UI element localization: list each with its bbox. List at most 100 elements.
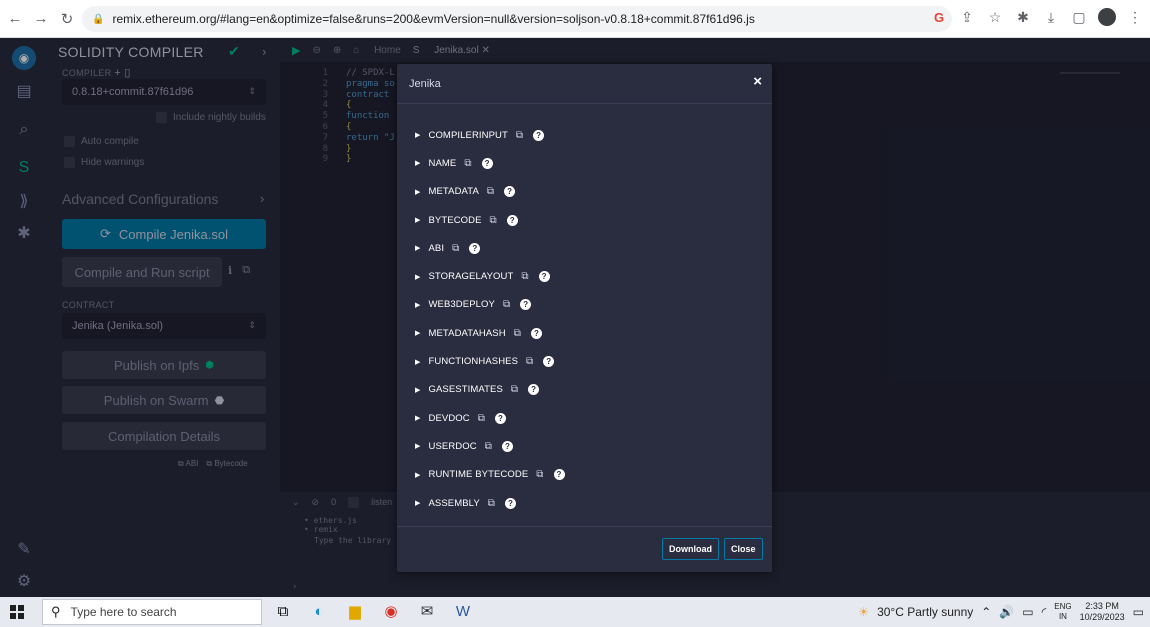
details-row[interactable]: ▶ METADATA ⧉? — [415, 178, 755, 206]
caret-right-icon[interactable]: ▶ — [415, 358, 420, 366]
copy-icon[interactable]: ⧉ — [478, 413, 485, 424]
volume-icon[interactable]: 🔊 — [999, 605, 1014, 619]
modal-footer: Download Close — [397, 526, 772, 572]
back-icon[interactable]: ← — [4, 8, 26, 30]
caret-right-icon[interactable]: ▶ — [415, 131, 420, 139]
battery-icon[interactable]: ▭ — [1022, 605, 1033, 619]
details-row[interactable]: ▶ STORAGELAYOUT ⧉? — [415, 262, 755, 290]
caret-right-icon[interactable]: ▶ — [415, 188, 420, 196]
download-button[interactable]: Download — [662, 538, 719, 560]
extensions-icon[interactable]: ✱ — [1014, 9, 1032, 26]
system-tray: ☀ 30°C Partly sunny ⌃ 🔊 ▭ ◜ ENG IN 2:33 P… — [858, 601, 1144, 623]
details-row[interactable]: ▶ BYTECODE ⧉? — [415, 206, 755, 234]
help-icon[interactable]: ? — [538, 271, 550, 283]
caret-right-icon[interactable]: ▶ — [415, 329, 420, 337]
caret-right-icon[interactable]: ▶ — [415, 471, 420, 479]
close-icon[interactable]: × — [753, 73, 762, 90]
copy-icon[interactable]: ⧉ — [514, 328, 521, 339]
help-icon[interactable]: ? — [481, 157, 493, 169]
help-icon[interactable]: ? — [501, 440, 513, 452]
help-icon[interactable]: ? — [505, 497, 517, 509]
details-row-label: FUNCTIONHASHES — [428, 356, 519, 368]
copy-icon[interactable]: ⧉ — [464, 158, 471, 169]
details-row[interactable]: ▶ COMPILERINPUT ⧉? — [415, 121, 755, 149]
details-row[interactable]: ▶ NAME ⧉? — [415, 149, 755, 177]
browser-actions: G ⇪ ☆ ✱ ⤓ ▢ ⋮ — [930, 8, 1144, 26]
copy-icon[interactable]: ⧉ — [511, 384, 518, 395]
copy-icon[interactable]: ⧉ — [488, 498, 495, 509]
copy-icon[interactable]: ⧉ — [485, 441, 492, 452]
word-icon[interactable]: W — [452, 601, 474, 623]
reload-icon[interactable]: ↻ — [56, 8, 78, 30]
help-icon[interactable]: ? — [469, 242, 481, 254]
sidepanel-icon[interactable]: ▢ — [1070, 9, 1088, 26]
caret-right-icon[interactable]: ▶ — [415, 244, 420, 252]
clock[interactable]: 2:33 PM 10/29/2023 — [1080, 601, 1125, 623]
details-row[interactable]: ▶ ABI ⧉? — [415, 234, 755, 262]
copy-icon[interactable]: ⧉ — [536, 469, 543, 480]
close-button[interactable]: Close — [724, 538, 763, 560]
help-icon[interactable]: ? — [528, 384, 540, 396]
help-icon[interactable]: ? — [530, 327, 542, 339]
details-row-label: METADATA — [428, 186, 479, 198]
weather-text[interactable]: 30°C Partly sunny — [877, 605, 973, 619]
details-row[interactable]: ▶ WEB3DEPLOY ⧉? — [415, 291, 755, 319]
caret-right-icon[interactable]: ▶ — [415, 414, 420, 422]
help-icon[interactable]: ? — [533, 129, 545, 141]
caret-right-icon[interactable]: ▶ — [415, 159, 420, 167]
details-row[interactable]: ▶ USERDOC ⧉? — [415, 432, 755, 460]
details-row[interactable]: ▶ METADATAHASH ⧉? — [415, 319, 755, 347]
chrome-icon[interactable]: ◉ — [380, 601, 402, 623]
details-row[interactable]: ▶ FUNCTIONHASHES ⧉? — [415, 347, 755, 375]
copy-icon[interactable]: ⧉ — [526, 356, 533, 367]
copy-icon[interactable]: ⧉ — [452, 243, 459, 254]
lock-icon: 🔒 — [92, 13, 105, 25]
details-row[interactable]: ▶ RUNTIME BYTECODE ⧉? — [415, 461, 755, 489]
profile-avatar[interactable] — [1098, 8, 1116, 26]
task-view-icon[interactable]: ⧉ — [272, 601, 294, 623]
details-row[interactable]: ▶ GASESTIMATES ⧉? — [415, 376, 755, 404]
menu-icon[interactable]: ⋮ — [1126, 9, 1144, 26]
address-bar[interactable]: 🔒 remix.ethereum.org/#lang=en&optimize=f… — [82, 6, 952, 32]
edge-icon[interactable]: ◐ — [308, 601, 330, 623]
details-row-label: WEB3DEPLOY — [428, 299, 495, 311]
notifications-icon[interactable]: ▭ — [1133, 605, 1144, 619]
tray-chevron-icon[interactable]: ⌃ — [981, 605, 991, 619]
details-row-label: USERDOC — [428, 440, 477, 452]
caret-right-icon[interactable]: ▶ — [415, 216, 420, 224]
wifi-icon[interactable]: ◜ — [1042, 605, 1047, 619]
details-row-label: GASESTIMATES — [428, 384, 503, 396]
mail-icon[interactable]: ✉ — [416, 601, 438, 623]
forward-icon[interactable]: → — [30, 8, 52, 30]
help-icon[interactable]: ? — [543, 356, 555, 368]
file-explorer-icon[interactable]: ▆ — [344, 601, 366, 623]
share-icon[interactable]: ⇪ — [958, 9, 976, 26]
copy-icon[interactable]: ⧉ — [516, 130, 523, 141]
star-icon[interactable]: ☆ — [986, 9, 1004, 26]
details-row[interactable]: ▶ DEVDOC ⧉? — [415, 404, 755, 432]
copy-icon[interactable]: ⧉ — [490, 215, 497, 226]
google-icon[interactable]: G — [930, 10, 948, 25]
copy-icon[interactable]: ⧉ — [503, 299, 510, 310]
details-row[interactable]: ▶ ASSEMBLY ⧉? — [415, 489, 755, 517]
caret-right-icon[interactable]: ▶ — [415, 301, 420, 309]
windows-start-icon[interactable] — [10, 605, 24, 619]
details-row-label: METADATAHASH — [428, 327, 506, 339]
download-icon[interactable]: ⤓ — [1042, 9, 1060, 26]
copy-icon[interactable]: ⧉ — [521, 271, 528, 282]
caret-right-icon[interactable]: ▶ — [415, 386, 420, 394]
help-icon[interactable]: ? — [553, 469, 565, 481]
caret-right-icon[interactable]: ▶ — [415, 273, 420, 281]
caret-right-icon[interactable]: ▶ — [415, 442, 420, 450]
help-icon[interactable]: ? — [520, 299, 532, 311]
help-icon[interactable]: ? — [494, 412, 506, 424]
modal-title: Jenika — [409, 78, 441, 90]
details-row-label: ABI — [428, 242, 445, 254]
taskbar-search[interactable]: ⚲ Type here to search — [42, 599, 262, 625]
caret-right-icon[interactable]: ▶ — [415, 499, 420, 507]
copy-icon[interactable]: ⧉ — [487, 186, 494, 197]
language-indicator[interactable]: ENG IN — [1054, 602, 1071, 622]
help-icon[interactable]: ? — [506, 214, 518, 226]
details-row-label: COMPILERINPUT — [428, 129, 508, 141]
help-icon[interactable]: ? — [504, 186, 516, 198]
